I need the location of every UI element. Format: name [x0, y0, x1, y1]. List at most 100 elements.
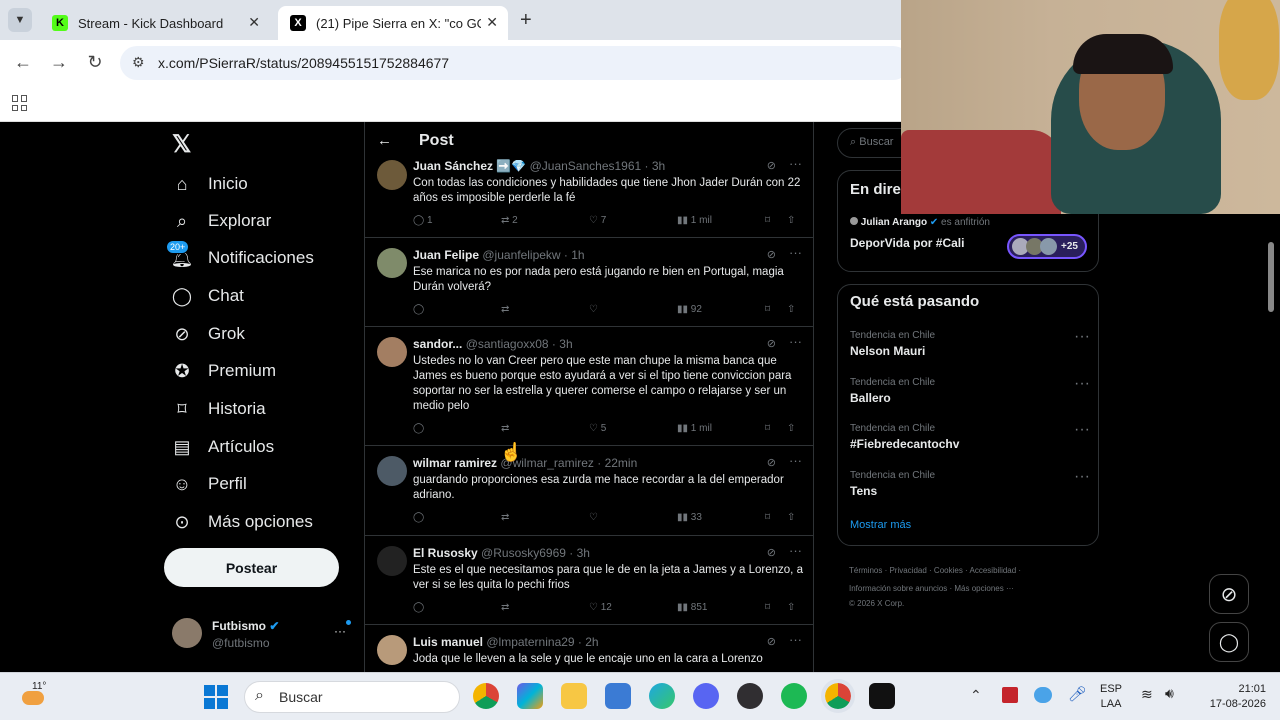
grok-fab-button[interactable]: ⊘	[1209, 574, 1249, 614]
sidebar-item-premium[interactable]: ✪ Premium	[172, 355, 276, 387]
more-icon[interactable]: ···	[1074, 421, 1090, 439]
share-icon[interactable]: ⇧	[787, 512, 795, 523]
more-icon[interactable]: ···	[1074, 328, 1090, 346]
address-bar[interactable]: ⚙ x.com/PSierraR/status/2089455151752884…	[120, 46, 910, 80]
microphone-icon[interactable]: 🎤︎	[1068, 685, 1087, 703]
reply-item[interactable]: sandor... @santiagoxx08 · 3h ⊘ ··· Ustede…	[365, 327, 814, 446]
spotify-icon[interactable]	[781, 683, 807, 709]
trend-item[interactable]: Tendencia en Chile #Fiebredecantochv ···	[850, 421, 1090, 451]
footer-link[interactable]: Más opciones ···	[954, 584, 1014, 593]
x-logo-icon[interactable]: 𝕏	[172, 130, 191, 159]
share-icon[interactable]: ⇧	[787, 215, 795, 226]
account-switcher[interactable]: Futbismo ✔ @futbismo ···	[172, 616, 352, 656]
sidebar-item-chat[interactable]: ◯ Chat	[172, 280, 244, 312]
tab-search-button[interactable]: ▼	[8, 8, 32, 32]
back-arrow-icon[interactable]: ←	[377, 132, 392, 149]
post-button[interactable]: Postear	[164, 548, 339, 587]
more-dots-icon[interactable]: ···	[334, 624, 346, 638]
more-icon[interactable]: ···	[789, 156, 802, 171]
back-icon[interactable]: ←	[11, 52, 35, 73]
repost-icon[interactable]: ⇄	[501, 602, 509, 613]
taskbar-search[interactable]: ⌕ Buscar	[244, 681, 460, 713]
new-tab-button[interactable]: +	[520, 9, 532, 32]
grok-icon[interactable]: ⊘	[767, 546, 776, 559]
reply-icon[interactable]: ◯ 1	[413, 215, 433, 226]
grok-icon[interactable]: ⊘	[767, 456, 776, 469]
reply-item[interactable]: Juan Felipe @juanfelipekw · 1h ⊘ ··· Ese …	[365, 238, 814, 327]
edge-icon[interactable]	[649, 683, 675, 709]
tab-x-post[interactable]: X (21) Pipe Sierra en X: "co GOOO ✕	[278, 6, 508, 40]
close-tab-icon[interactable]: ✕	[486, 14, 498, 31]
copilot-icon[interactable]	[517, 683, 543, 709]
wifi-icon[interactable]: ≋	[1141, 686, 1153, 703]
scrollbar[interactable]	[1268, 242, 1274, 312]
more-icon[interactable]: ···	[789, 334, 802, 349]
chrome-icon[interactable]	[473, 683, 499, 709]
bookmark-icon[interactable]: ⌑	[765, 512, 770, 523]
author-name[interactable]: Luis manuel	[413, 635, 483, 649]
like-icon[interactable]: ♡ 7	[589, 215, 606, 226]
sidebar-item-mas-opciones[interactable]: ⊙ Más opciones	[172, 506, 312, 538]
footer-link[interactable]: Cookies	[934, 566, 963, 575]
repost-icon[interactable]: ⇄	[501, 304, 509, 315]
reply-icon[interactable]: ◯	[413, 512, 424, 523]
grok-icon[interactable]: ⊘	[767, 337, 776, 350]
sidebar-item-inicio[interactable]: ⌂ Inicio	[172, 168, 248, 200]
share-icon[interactable]: ⇧	[787, 602, 795, 613]
grok-icon[interactable]: ⊘	[767, 159, 776, 172]
messages-fab-button[interactable]: ◯	[1209, 622, 1249, 662]
apps-grid-icon[interactable]	[12, 95, 28, 111]
like-icon[interactable]: ♡	[589, 304, 598, 315]
tray-cloud-icon[interactable]	[1034, 687, 1052, 703]
more-icon[interactable]: ···	[789, 543, 802, 558]
reply-item[interactable]: El Rusosky @Rusosky6969 · 3h ⊘ ··· Este e…	[365, 536, 814, 625]
reply-item[interactable]: wilmar ramirez @wilmar_ramirez · 22min ⊘…	[365, 446, 814, 536]
author-name[interactable]: El Rusosky	[413, 546, 478, 560]
sidebar-item-notificaciones[interactable]: 🔔︎ 20+ Notificaciones	[166, 240, 314, 274]
repost-icon[interactable]: ⇄	[501, 512, 509, 523]
tray-chevron-icon[interactable]: ⌃	[970, 687, 982, 704]
bookmark-icon[interactable]: ⌑	[765, 423, 770, 434]
clock[interactable]: 21:01 17-08-2026	[1198, 682, 1266, 712]
chrome-active-icon[interactable]	[821, 679, 855, 713]
weather-widget[interactable]: 11°	[20, 681, 50, 711]
author-name[interactable]: sandor...	[413, 337, 462, 351]
sidebar-item-perfil[interactable]: ☺ Perfil	[172, 468, 247, 500]
more-icon[interactable]: ···	[789, 245, 802, 260]
tray-app-icon[interactable]	[1002, 687, 1018, 703]
reply-icon[interactable]: ◯	[413, 602, 424, 613]
bookmark-icon[interactable]: ⌑	[765, 215, 770, 226]
footer-link[interactable]: Privacidad	[889, 566, 926, 575]
start-button[interactable]	[204, 685, 228, 709]
more-icon[interactable]: ···	[1074, 375, 1090, 393]
close-tab-icon[interactable]: ✕	[248, 14, 260, 31]
fc-game-icon[interactable]	[869, 683, 895, 709]
obs-icon[interactable]	[737, 683, 763, 709]
sidebar-item-historia[interactable]: ⌑ Historia	[172, 393, 265, 425]
repost-icon[interactable]: ⇄	[501, 423, 509, 434]
discord-icon[interactable]	[693, 683, 719, 709]
sidebar-item-grok[interactable]: ⊘ Grok	[172, 318, 244, 350]
like-icon[interactable]: ♡	[589, 512, 598, 523]
reload-icon[interactable]: ↻	[83, 52, 107, 73]
more-icon[interactable]: ···	[789, 453, 802, 468]
share-icon[interactable]: ⇧	[787, 304, 795, 315]
reply-item[interactable]: Juan Sánchez ➡️💎 @JuanSanches1961 · 3h ⊘…	[365, 156, 814, 238]
repost-icon[interactable]: ⇄ 2	[501, 215, 518, 226]
more-icon[interactable]: ···	[789, 632, 802, 647]
more-icon[interactable]: ···	[1074, 468, 1090, 486]
author-name[interactable]: wilmar ramirez	[413, 456, 497, 470]
volume-icon[interactable]: 🔊︎	[1165, 685, 1174, 702]
author-name[interactable]: Juan Sánchez ➡️💎	[413, 159, 526, 173]
grok-icon[interactable]: ⊘	[767, 248, 776, 261]
author-name[interactable]: Juan Felipe	[413, 248, 479, 262]
footer-link[interactable]: Términos	[849, 566, 882, 575]
live-listeners[interactable]: +25	[1007, 234, 1087, 259]
tab-kick-dashboard[interactable]: K Stream - Kick Dashboard ✕	[40, 6, 270, 40]
like-icon[interactable]: ♡ 5	[589, 423, 606, 434]
views-icon[interactable]: ▮▮ 92	[677, 304, 702, 315]
store-icon[interactable]	[605, 683, 631, 709]
views-icon[interactable]: ▮▮ 851	[677, 602, 707, 613]
forward-icon[interactable]: →	[47, 52, 71, 73]
reply-icon[interactable]: ◯	[413, 423, 424, 434]
